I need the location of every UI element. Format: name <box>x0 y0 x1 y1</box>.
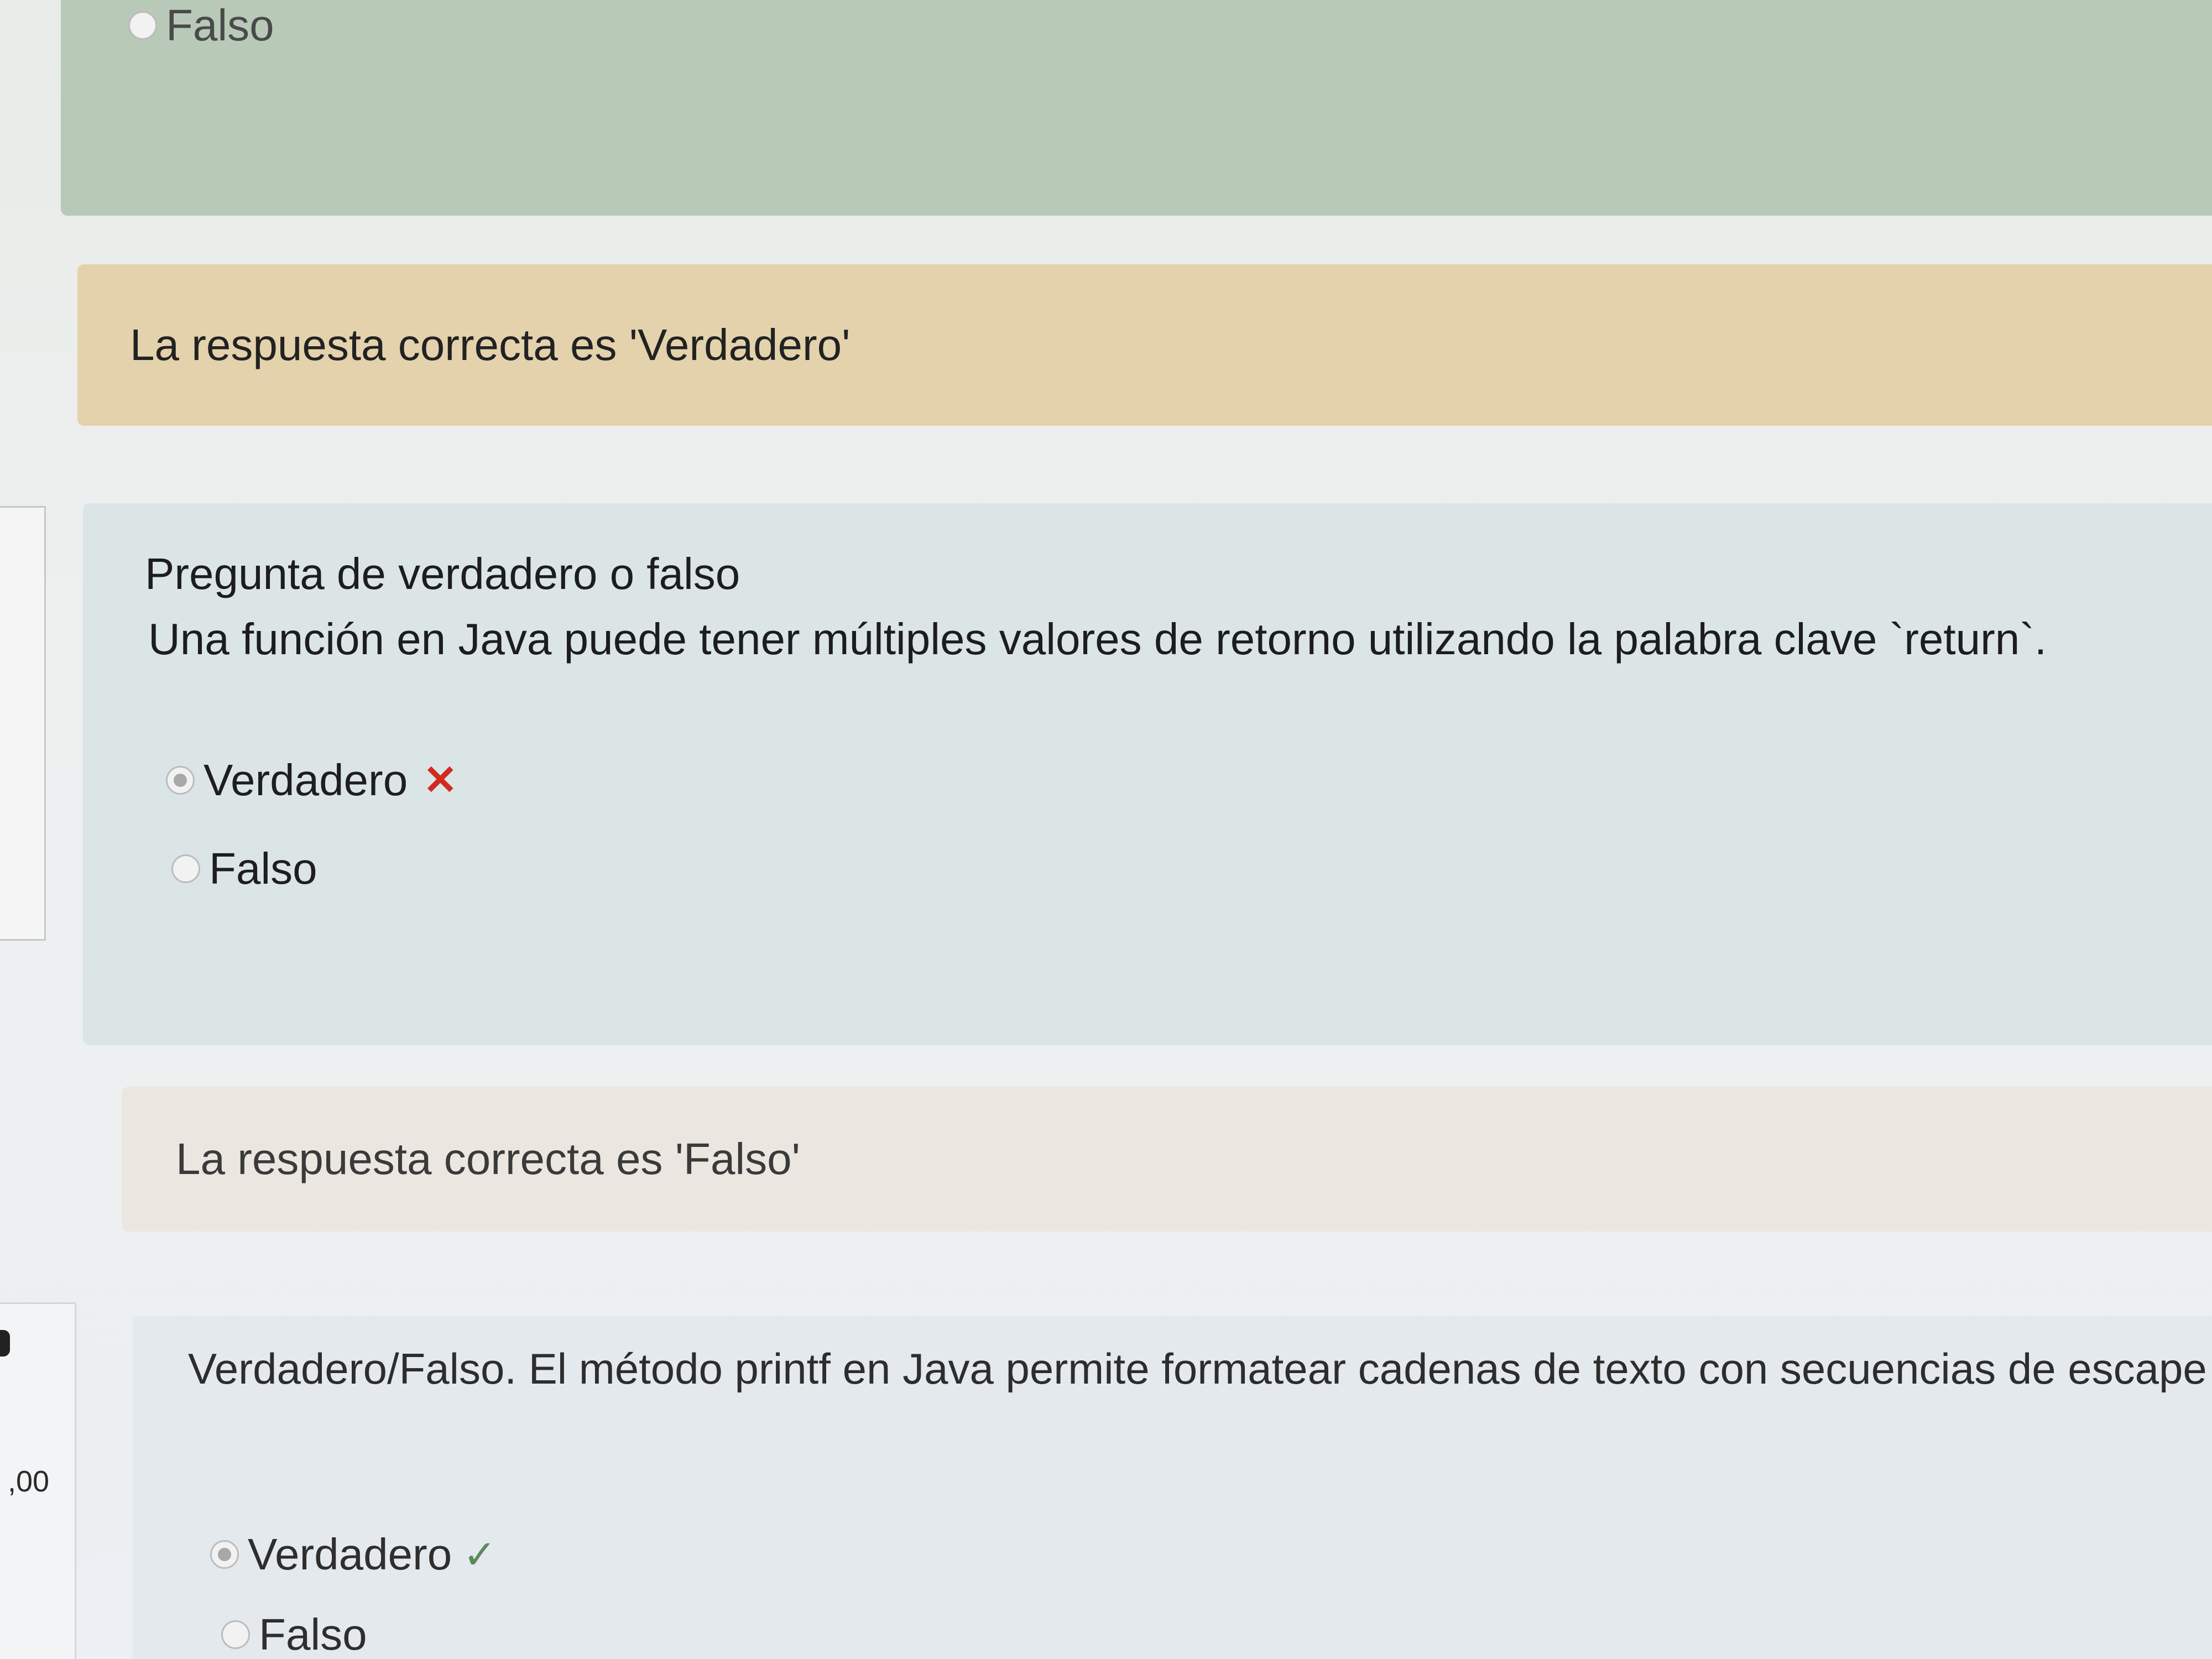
option-falso[interactable]: Falso <box>171 843 317 894</box>
option-verdadero[interactable]: Verdadero ✓ <box>210 1529 497 1580</box>
quiz-review-page: ,00 Falso La respuesta correcta es 'Verd… <box>0 0 2212 1659</box>
question-info-panel <box>0 506 46 941</box>
radio-button-selected[interactable] <box>166 766 195 795</box>
radio-button[interactable] <box>128 11 157 40</box>
question-text: Verdadero/Falso. El método printf en Jav… <box>188 1344 2212 1393</box>
question-text: Una función en Java puede tener múltiple… <box>148 614 2047 664</box>
option-label: Falso <box>259 1610 367 1659</box>
option-falso[interactable]: Falso <box>221 1609 367 1659</box>
question-type-label: Pregunta de verdadero o falso <box>145 549 740 598</box>
incorrect-x-icon: ✕ <box>423 757 458 803</box>
feedback-text: La respuesta correcta es 'Falso' <box>176 1134 800 1183</box>
correct-check-icon: ✓ <box>463 1533 497 1577</box>
previous-question-formulation <box>61 0 2212 216</box>
question-number-marker <box>0 1330 10 1357</box>
option-label: Verdadero <box>248 1530 452 1579</box>
option-verdadero[interactable]: Verdadero ✕ <box>166 755 457 806</box>
radio-button[interactable] <box>221 1620 250 1649</box>
option-label: Verdadero <box>204 755 408 805</box>
option-label: Falso <box>209 844 317 893</box>
question-grade: ,00 <box>8 1465 50 1498</box>
feedback-text: La respuesta correcta es 'Verdadero' <box>130 320 851 369</box>
option-label: Falso <box>166 1 274 50</box>
option-falso[interactable]: Falso <box>128 0 274 51</box>
radio-button-selected[interactable] <box>210 1540 239 1569</box>
radio-button[interactable] <box>171 854 200 883</box>
correct-answer-feedback: La respuesta correcta es 'Verdadero' <box>77 264 2212 426</box>
correct-answer-feedback: La respuesta correcta es 'Falso' <box>122 1087 2212 1232</box>
